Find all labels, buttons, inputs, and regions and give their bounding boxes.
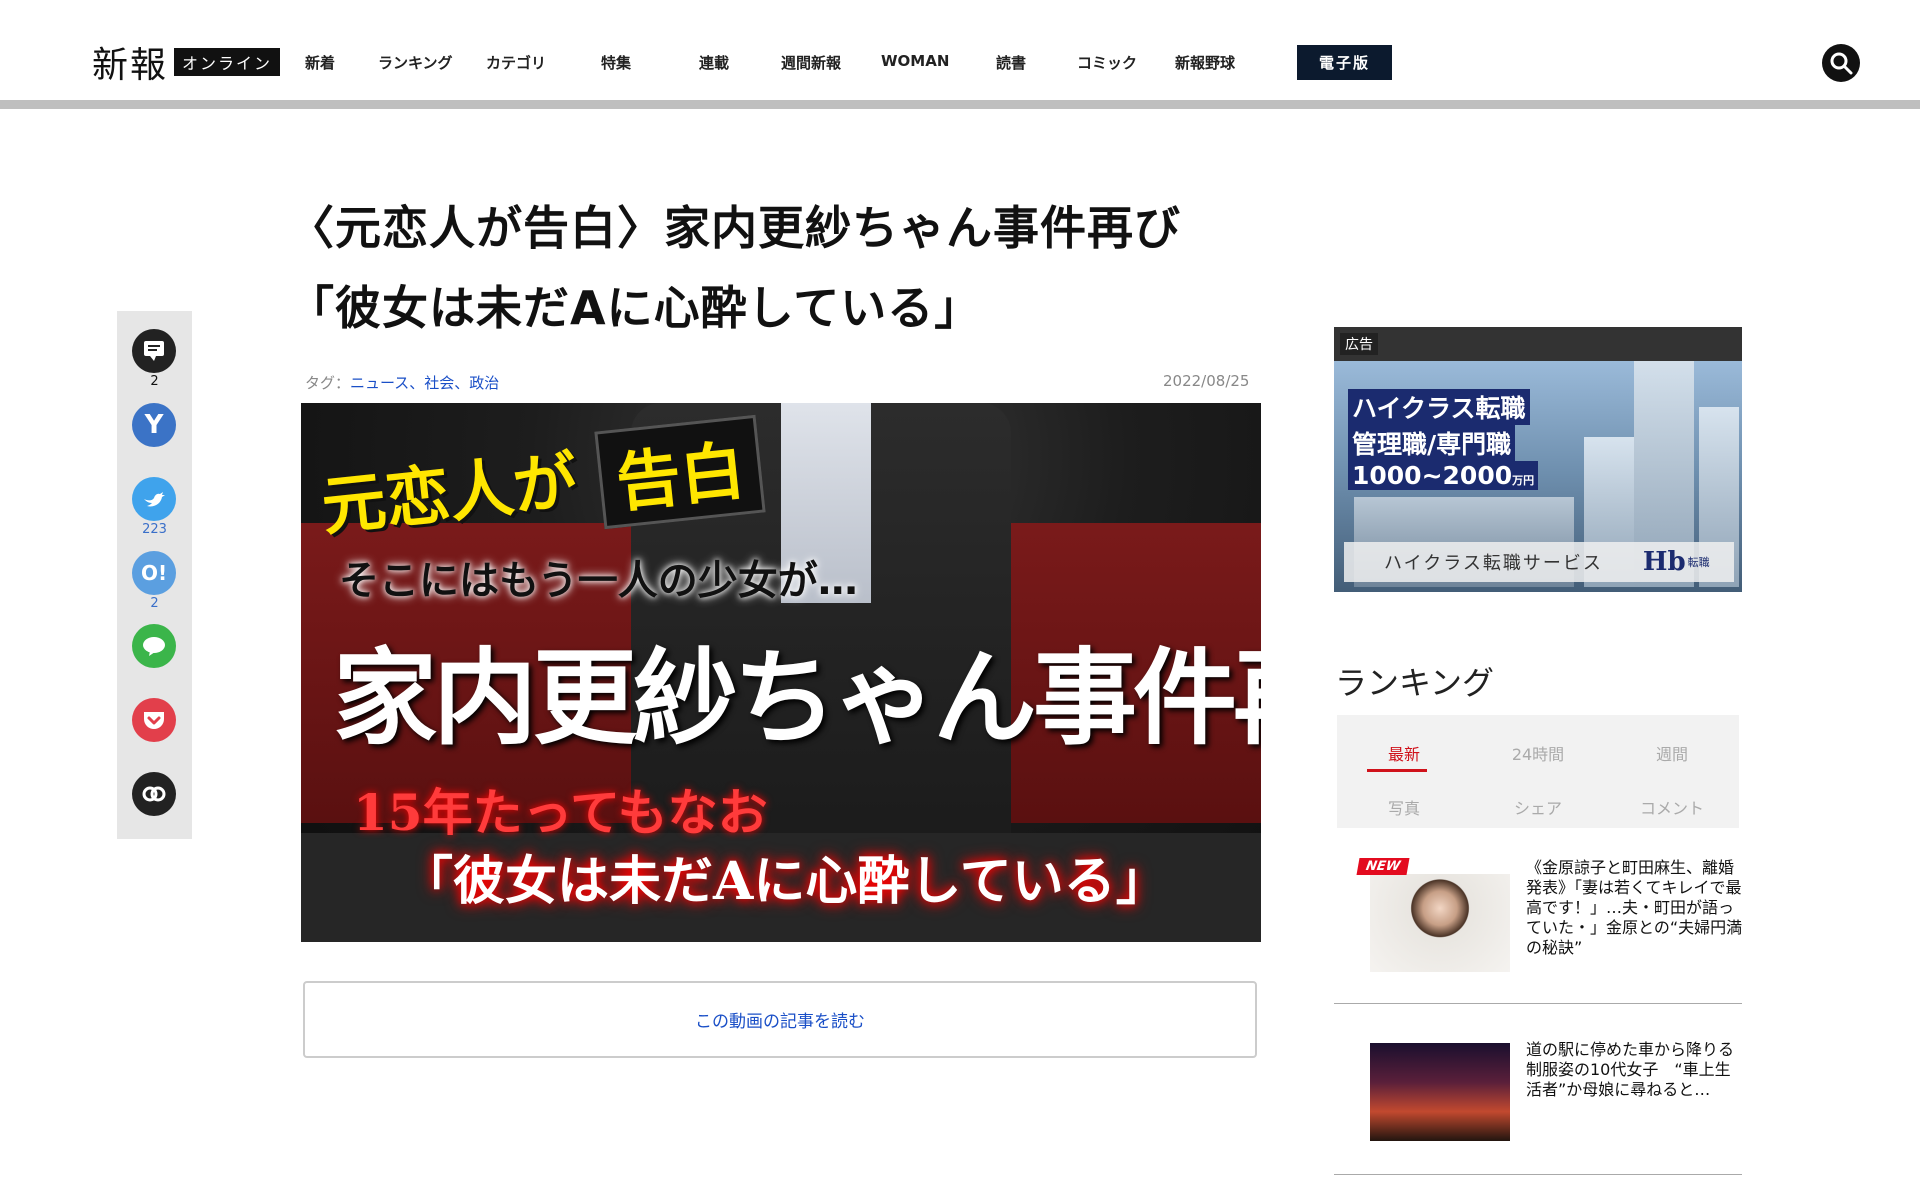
article-title: 〈元恋人が告白〉家内更紗ちゃん事件再び 「彼女は未だAに心酔している」 xyxy=(288,188,1268,348)
pocket-icon xyxy=(144,712,164,729)
comment-icon xyxy=(144,341,164,361)
tag-links[interactable]: ニュース、社会、政治 xyxy=(350,374,499,392)
ranking-thumbnail xyxy=(1370,1043,1510,1141)
hero-headline-4: 15年たってもなお xyxy=(353,783,768,842)
line-icon xyxy=(143,637,165,656)
ad-footer: ハイクラス転職サービス Hb 転職 xyxy=(1344,542,1734,582)
twitter-count: 223 xyxy=(142,522,167,537)
ranking-headline: 道の駅に停めた車から降りる制服姿の10代女子 “車上生活者”か母娘に尋ねると… xyxy=(1526,1040,1735,1099)
hatena-count: 2 xyxy=(150,596,159,611)
ranking-item[interactable]: 道の駅に停めた車から降りる制服姿の10代女子 “車上生活者”か母娘に尋ねると… xyxy=(1334,1040,1742,1150)
search-button[interactable] xyxy=(1822,44,1860,82)
ad-label: 広告 xyxy=(1340,333,1378,355)
hero-headline-3: 家内更紗ちゃん事件再び xyxy=(333,637,1261,759)
nav-category[interactable]: カテゴリ xyxy=(486,52,546,73)
search-icon xyxy=(1830,52,1853,75)
ranking-title: ランキング xyxy=(1335,664,1495,702)
nav-books[interactable]: 読書 xyxy=(996,52,1026,73)
ad-salary: 1000~2000 xyxy=(1352,461,1513,490)
nav-woman[interactable]: WOMAN xyxy=(881,52,949,70)
ranking-divider xyxy=(1334,1003,1742,1004)
hero-headline-5: 「彼女は未だAに心酔している」 xyxy=(401,851,1168,912)
ranking-divider xyxy=(1334,1174,1742,1175)
read-article-button[interactable]: この動画の記事を読む xyxy=(303,981,1257,1058)
ad-brand-logo: Hb xyxy=(1642,547,1686,577)
ad-salary-unit: 万円 xyxy=(1512,474,1535,487)
site-header: 新報 オンライン 新着 ランキング カテゴリ 特集 連載 週間新報 WOMAN … xyxy=(0,0,1920,100)
ad-brand-sub: 転職 xyxy=(1687,556,1710,569)
tab-comment[interactable]: コメント xyxy=(1605,795,1739,819)
nav-series[interactable]: 連載 xyxy=(699,52,729,73)
yahoo-share-button[interactable]: Y xyxy=(132,403,176,447)
nav-baseball[interactable]: 新報野球 xyxy=(1175,52,1235,73)
tab-photo[interactable]: 写真 xyxy=(1337,795,1471,819)
link-share-button[interactable] xyxy=(132,772,176,816)
nav-comic[interactable]: コミック xyxy=(1077,52,1137,73)
logo-sub: オンライン xyxy=(174,48,281,76)
hero-headline-1b: 告白 xyxy=(594,414,766,530)
ranking-item[interactable]: NEW 《金原諒子と町田麻生、離婚発表》「妻は若くてキレイで最高です！」…夫・町… xyxy=(1334,858,1742,978)
tab-weekly[interactable]: 週間 xyxy=(1605,741,1739,765)
nav-weekly[interactable]: 週間新報 xyxy=(781,52,841,73)
nav-new[interactable]: 新着 xyxy=(305,52,335,73)
logo-main: 新報 xyxy=(92,45,169,86)
ranking-thumbnail xyxy=(1370,874,1510,972)
ad-banner[interactable]: 広告 ハイクラス転職 管理職/専門職 1000~2000万円 ハイクラス転職サー… xyxy=(1334,327,1742,592)
title-line-1: 〈元恋人が告白〉家内更紗ちゃん事件再び xyxy=(288,201,1181,255)
twitter-icon xyxy=(144,492,165,507)
comment-count: 2 xyxy=(150,374,159,389)
pocket-share-button[interactable] xyxy=(132,698,176,742)
article-tags: タグ：ニュース、社会、政治 xyxy=(305,372,499,393)
digital-edition-button[interactable]: 電子版 xyxy=(1297,45,1392,80)
share-rail: 2 Y 223 O! 2 xyxy=(117,311,192,839)
ad-line-3: 1000~2000万円 xyxy=(1348,461,1539,490)
hero-headline-2: そこにはもう一人の少女が… xyxy=(339,558,858,604)
article-date: 2022/08/25 xyxy=(1163,372,1250,390)
site-logo[interactable]: 新報 オンライン xyxy=(92,36,281,88)
tab-latest[interactable]: 最新 xyxy=(1337,741,1471,765)
ad-service-name: ハイクラス転職サービス xyxy=(1384,553,1603,574)
ranking-headline: 《金原諒子と町田麻生、離婚発表》「妻は若くてキレイで最高です！」…夫・町田が語っ… xyxy=(1526,858,1743,957)
ad-line-2: 管理職/専門職 xyxy=(1348,425,1516,461)
new-badge: NEW xyxy=(1356,858,1410,875)
hero-image[interactable]: 元恋人が 告白 そこにはもう一人の少女が… 家内更紗ちゃん事件再び 15年たって… xyxy=(301,403,1261,942)
active-tab-underline xyxy=(1367,769,1427,772)
ad-topbar xyxy=(1334,327,1742,361)
tags-prefix: タグ： xyxy=(305,374,351,392)
hatena-share-button[interactable]: O! xyxy=(132,551,176,595)
link-icon xyxy=(142,786,166,802)
ranking-tabs: 最新 24時間 週間 写真 シェア コメント xyxy=(1337,715,1739,828)
line-share-button[interactable] xyxy=(132,624,176,668)
tab-24h[interactable]: 24時間 xyxy=(1471,741,1605,765)
title-line-2: 「彼女は未だAに心酔している」 xyxy=(288,281,982,335)
comment-share-button[interactable] xyxy=(132,329,176,373)
nav-special[interactable]: 特集 xyxy=(601,52,631,73)
nav-ranking[interactable]: ランキング xyxy=(378,52,453,73)
yahoo-icon: Y xyxy=(144,410,164,440)
hatena-icon: O! xyxy=(140,561,168,585)
header-divider xyxy=(0,100,1920,109)
tab-share[interactable]: シェア xyxy=(1471,795,1605,819)
twitter-share-button[interactable] xyxy=(132,477,176,521)
ad-line-1: ハイクラス転職 xyxy=(1348,389,1530,425)
